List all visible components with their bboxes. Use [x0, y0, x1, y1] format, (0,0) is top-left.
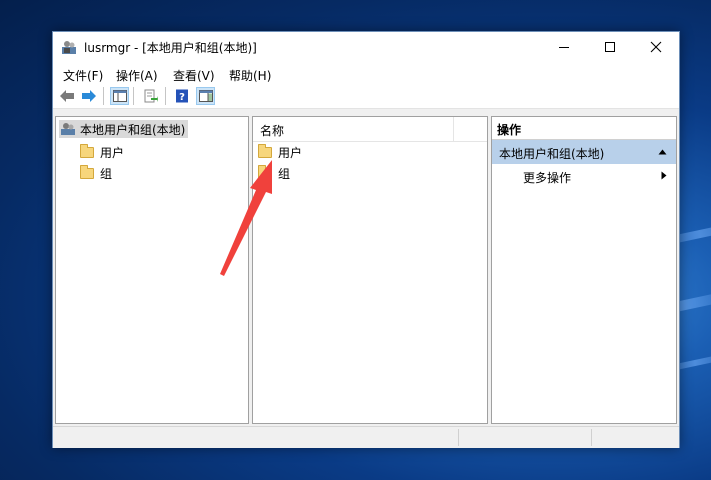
annotation-arrow-icon: [220, 160, 272, 276]
annotation-arrow: [220, 160, 272, 276]
